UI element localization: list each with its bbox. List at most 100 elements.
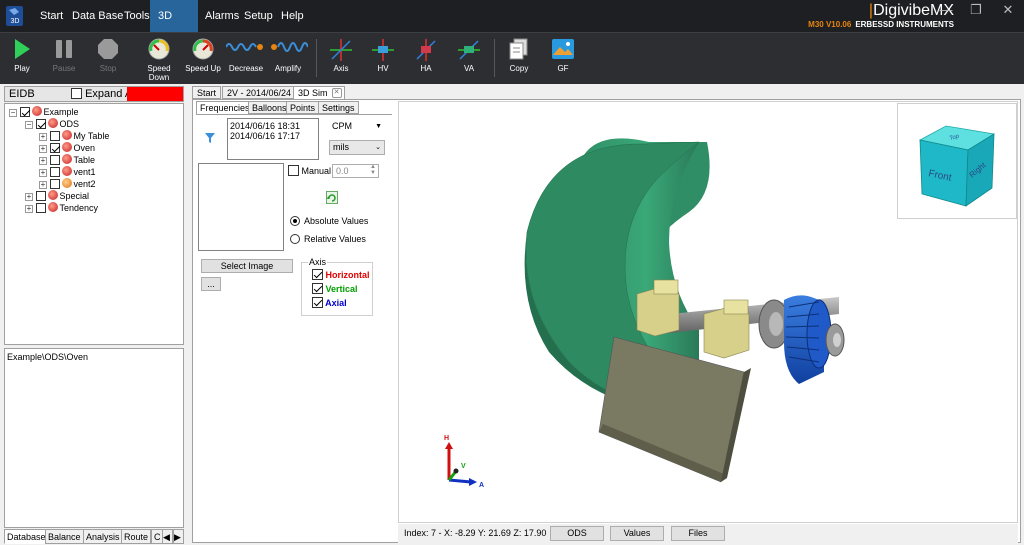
axis-button[interactable]: Axis bbox=[326, 35, 356, 83]
gf-button[interactable]: GF bbox=[548, 35, 578, 83]
tab-2v[interactable]: 2V - 2014/06/24 bbox=[222, 86, 297, 99]
play-button[interactable]: Play bbox=[4, 35, 40, 83]
horizontal-checkbox[interactable] bbox=[312, 269, 323, 280]
manual-value-input[interactable]: 0.0 ▲ ▼ bbox=[332, 164, 379, 178]
machine-icon bbox=[61, 130, 72, 140]
tree-node-vent2[interactable]: + vent2 bbox=[39, 178, 96, 190]
refresh-icon[interactable] bbox=[326, 191, 338, 204]
view-cube[interactable]: Top Front Right bbox=[898, 104, 1018, 220]
horizontal-option[interactable]: Horizontal bbox=[312, 269, 370, 280]
speed-up-button[interactable]: Speed Up bbox=[184, 35, 222, 83]
tree-node-oven[interactable]: + Oven bbox=[39, 142, 95, 154]
decrease-button[interactable]: Decrease bbox=[226, 35, 266, 83]
tab-database[interactable]: Database bbox=[4, 529, 49, 544]
tab-balloons[interactable]: Balloons bbox=[248, 101, 291, 114]
menu-help[interactable]: Help bbox=[273, 0, 312, 32]
expand-icon[interactable]: + bbox=[25, 193, 33, 201]
files-button[interactable]: Files bbox=[671, 526, 725, 541]
stop-label: Stop bbox=[99, 64, 117, 73]
tree-node-vent1[interactable]: + vent1 bbox=[39, 166, 96, 178]
minimize-icon[interactable]: — bbox=[932, 0, 960, 22]
tree-checkbox[interactable] bbox=[49, 179, 60, 189]
tab-start[interactable]: Start bbox=[192, 86, 222, 99]
tree-node-example[interactable]: − Example bbox=[9, 106, 79, 118]
tree-checkbox[interactable] bbox=[49, 143, 60, 153]
close-icon[interactable]: ✕ bbox=[994, 0, 1022, 22]
tab-frequencies[interactable]: Frequencies bbox=[196, 101, 254, 114]
ods-button[interactable]: ODS bbox=[550, 526, 604, 541]
ha-button[interactable]: HA bbox=[411, 35, 441, 83]
tree-node-my-table[interactable]: + My Table bbox=[39, 130, 109, 142]
tree-checkbox[interactable] bbox=[49, 167, 60, 177]
ha-icon bbox=[416, 39, 436, 61]
collapse-icon[interactable]: − bbox=[9, 109, 17, 117]
absolute-radio[interactable] bbox=[290, 216, 300, 226]
amp-unit-select[interactable]: mils ⌄ bbox=[329, 140, 385, 155]
select-image-button[interactable]: Select Image bbox=[201, 259, 293, 273]
dates-list[interactable]: 2014/06/16 18:31 2014/06/16 17:17 bbox=[227, 118, 319, 160]
expand-icon[interactable]: + bbox=[39, 169, 47, 177]
manual-toggle[interactable]: Manual bbox=[288, 165, 331, 176]
relative-radio[interactable] bbox=[290, 234, 300, 244]
filter-icon[interactable] bbox=[204, 132, 216, 144]
play-label: Play bbox=[14, 64, 30, 73]
speed-down-button[interactable]: Speed Down bbox=[140, 35, 178, 83]
tab-balance[interactable]: Balance bbox=[45, 529, 84, 544]
vertical-checkbox[interactable] bbox=[312, 283, 323, 294]
expand-all-checkbox[interactable] bbox=[71, 88, 82, 99]
tree-checkbox[interactable] bbox=[35, 191, 46, 201]
va-label: VA bbox=[463, 64, 475, 73]
chevron-down-icon: ▼ bbox=[375, 123, 382, 130]
va-button[interactable]: VA bbox=[454, 35, 484, 83]
restore-icon[interactable]: ❐ bbox=[962, 0, 990, 22]
date-item[interactable]: 2014/06/16 18:31 bbox=[228, 119, 318, 131]
axial-checkbox[interactable] bbox=[312, 297, 323, 308]
version-label: M30 V10.06 bbox=[808, 20, 852, 29]
tree-node-ods[interactable]: − ODS bbox=[25, 118, 79, 130]
stop-button[interactable]: Stop bbox=[90, 35, 126, 83]
expand-icon[interactable]: + bbox=[39, 181, 47, 189]
tree-node-special[interactable]: + Special bbox=[25, 190, 89, 202]
tree-node-tendency[interactable]: + Tendency bbox=[25, 202, 98, 214]
expand-icon[interactable]: + bbox=[39, 145, 47, 153]
tree-checkbox[interactable] bbox=[49, 155, 60, 165]
app-logo-icon[interactable]: 3D bbox=[5, 4, 25, 28]
amplify-button[interactable]: Amplify bbox=[268, 35, 308, 83]
copy-button[interactable]: Copy bbox=[504, 35, 534, 83]
hv-button[interactable]: HV bbox=[368, 35, 398, 83]
tree-checkbox[interactable] bbox=[35, 119, 46, 129]
machine-icon bbox=[47, 190, 58, 200]
tree-checkbox[interactable] bbox=[49, 131, 60, 141]
date-item[interactable]: 2014/06/16 17:17 bbox=[228, 131, 318, 141]
tree-checkbox[interactable] bbox=[35, 203, 46, 213]
tree-node-table[interactable]: + Table bbox=[39, 154, 95, 166]
machine-icon bbox=[47, 202, 58, 212]
expand-icon[interactable]: + bbox=[39, 133, 47, 141]
freq-unit-select[interactable]: CPM ▼ bbox=[329, 120, 385, 135]
browse-button[interactable]: ... bbox=[201, 277, 221, 291]
tab-settings[interactable]: Settings bbox=[318, 101, 359, 114]
amp-unit-value: mils bbox=[333, 142, 349, 152]
tab-close-icon[interactable]: ✕ bbox=[331, 88, 342, 98]
tab-scroll-left-icon[interactable]: ◀ bbox=[162, 529, 173, 544]
hv-icon bbox=[372, 39, 394, 61]
expand-icon[interactable]: + bbox=[39, 157, 47, 165]
manual-checkbox[interactable] bbox=[288, 165, 299, 176]
tab-route[interactable]: Route bbox=[121, 529, 152, 544]
tab-scroll-right-icon[interactable]: ▶ bbox=[173, 529, 184, 544]
menu-3d-tools[interactable]: 3D Tools bbox=[150, 0, 198, 54]
tab-analysis[interactable]: Analysis bbox=[83, 529, 123, 544]
spinner-icon[interactable]: ▲ ▼ bbox=[370, 164, 376, 176]
tab-points[interactable]: Points bbox=[286, 101, 320, 114]
absolute-values-option[interactable]: Absolute Values bbox=[290, 216, 368, 226]
vertical-option[interactable]: Vertical bbox=[312, 283, 358, 294]
relative-values-option[interactable]: Relative Values bbox=[290, 234, 366, 244]
collapse-icon[interactable]: − bbox=[25, 121, 33, 129]
expand-icon[interactable]: + bbox=[25, 205, 33, 213]
3d-viewport[interactable]: H V A Top Front Right bbox=[398, 101, 1018, 523]
tab-3d-sim[interactable]: 3D Sim ✕ bbox=[293, 86, 345, 99]
pause-button[interactable]: Pause bbox=[46, 35, 82, 83]
tree-checkbox[interactable] bbox=[19, 107, 30, 117]
values-button[interactable]: Values bbox=[610, 526, 664, 541]
axial-option[interactable]: Axial bbox=[312, 297, 347, 308]
